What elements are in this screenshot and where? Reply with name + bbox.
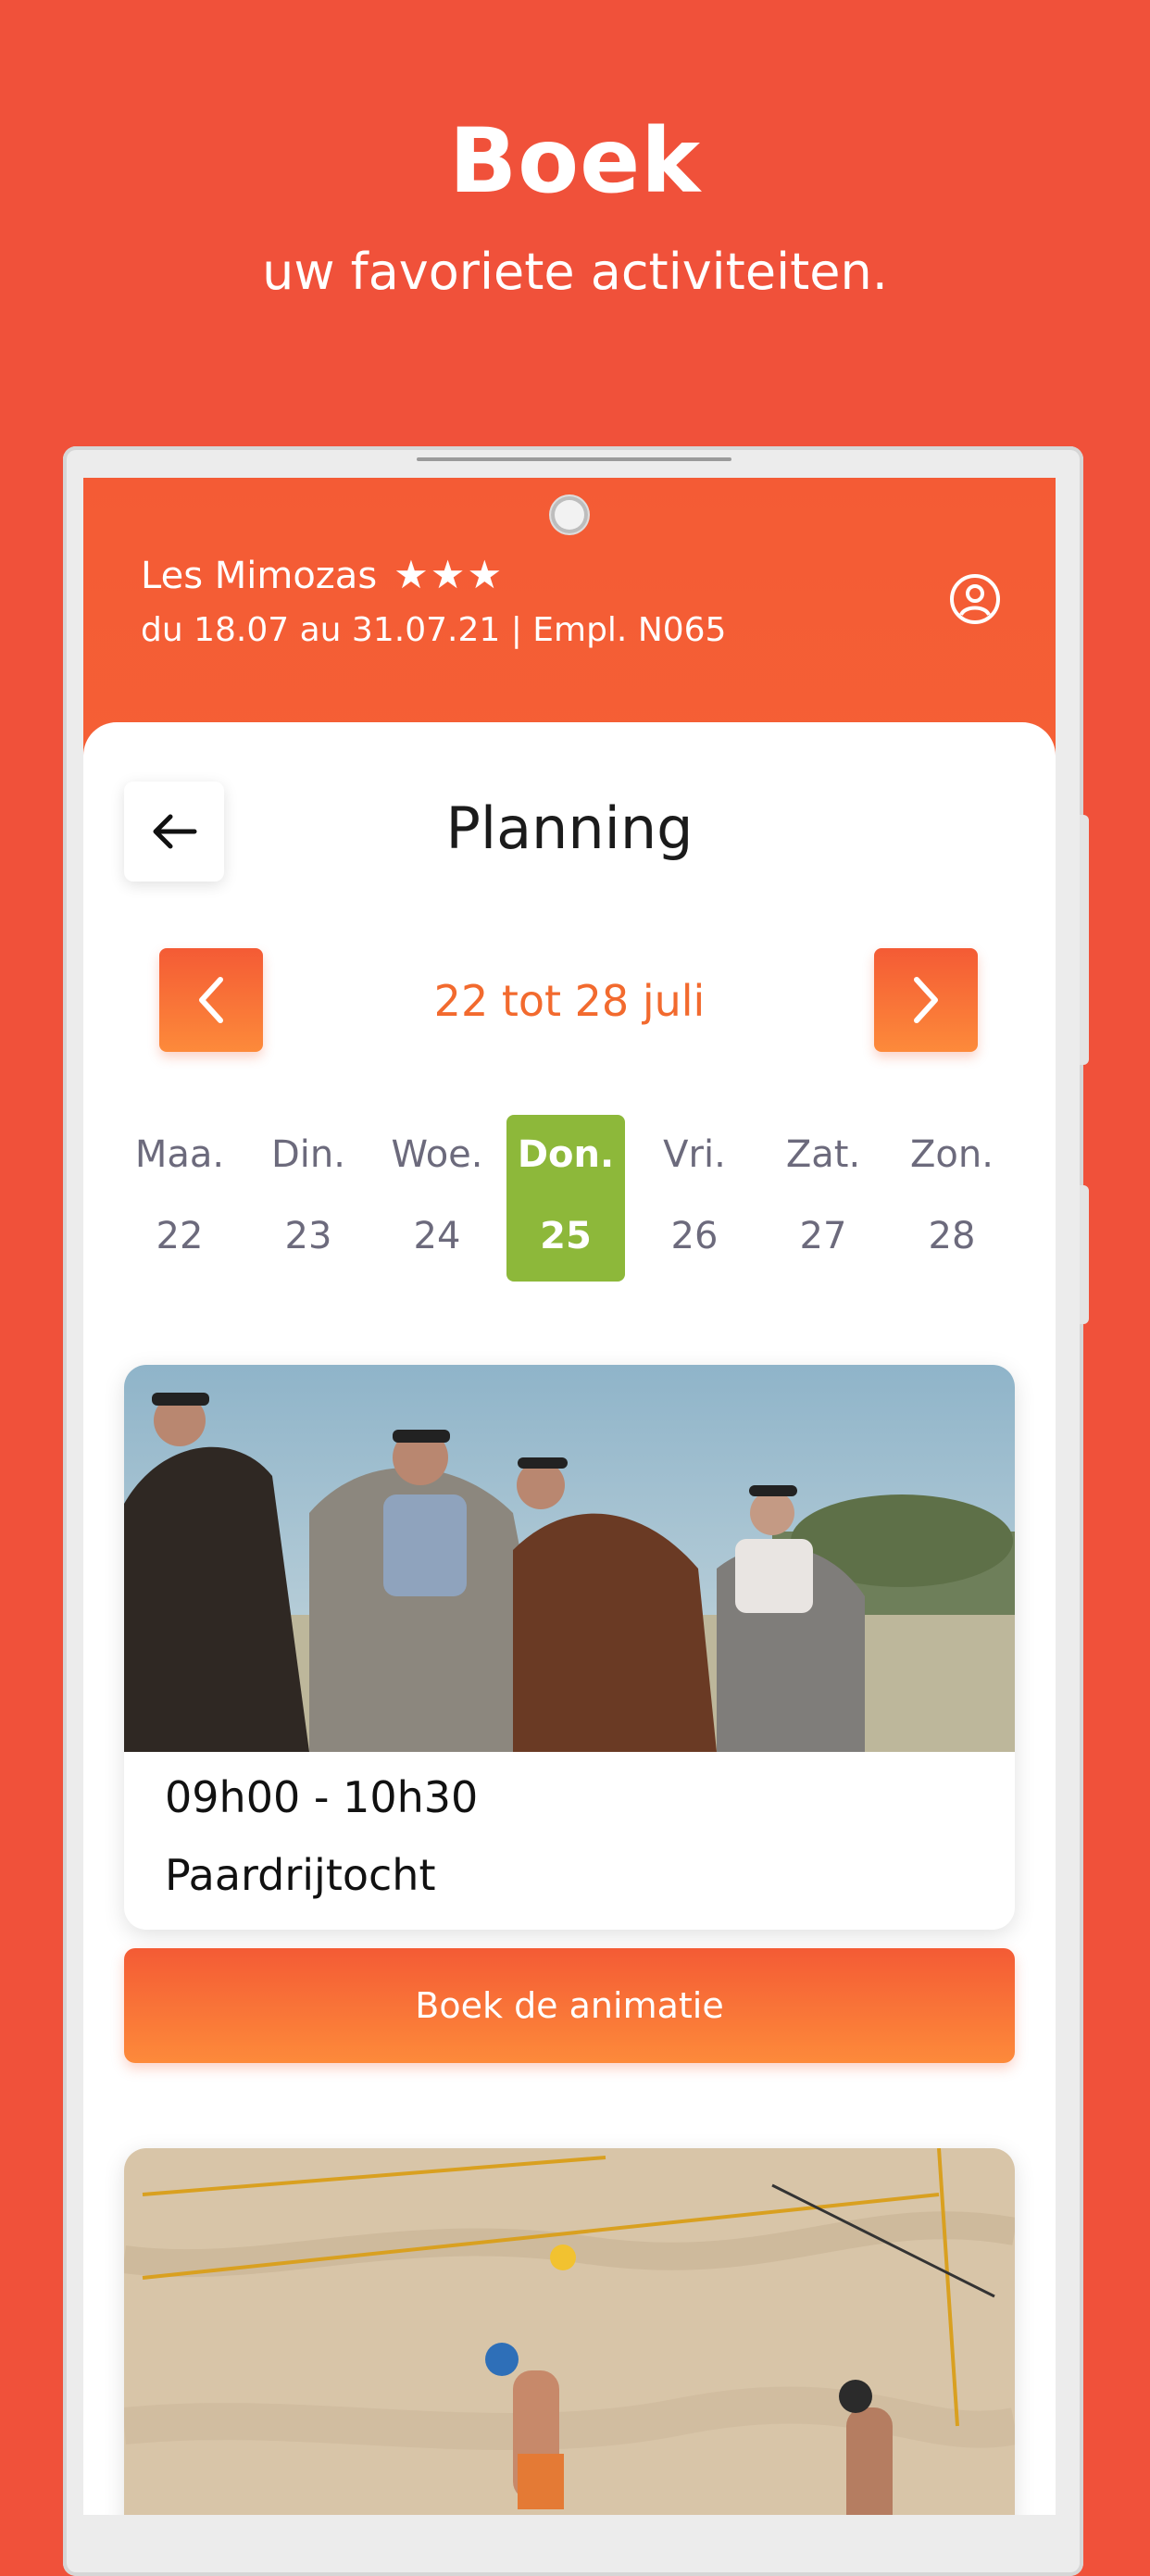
phone-side-button <box>1080 1185 1089 1324</box>
day-number: 24 <box>413 1215 461 1257</box>
phone-speaker <box>417 457 731 461</box>
day-selector: Maa. 22 Din. 23 Woe. 24 Don. 25 Vri. 26 … <box>120 1115 1022 1282</box>
day-name: Din. <box>271 1133 345 1176</box>
stay-info: du 18.07 au 31.07.21 | Empl. N065 <box>141 611 727 649</box>
activity-card[interactable]: 09h00 - 10h30 Paardrijtocht <box>124 1365 1015 1930</box>
day-name: Vri. <box>663 1133 726 1176</box>
day-name: Maa. <box>134 1133 225 1176</box>
book-activity-button[interactable]: Boek de animatie <box>124 1948 1015 2063</box>
activity-time: 09h00 - 10h30 <box>165 1772 479 1822</box>
chevron-right-icon <box>914 977 938 1023</box>
day-number: 26 <box>670 1215 719 1257</box>
day-number: 25 <box>540 1215 592 1257</box>
day-name: Zat. <box>785 1133 861 1176</box>
day-number: 23 <box>284 1215 332 1257</box>
day-name: Don. <box>517 1133 615 1176</box>
day-name: Zon. <box>910 1133 994 1176</box>
campsite-name-label: Les Mimozas <box>141 555 378 597</box>
beach-volleyball-photo <box>124 2148 1015 2515</box>
phone-side-button <box>1080 815 1089 1065</box>
user-circle-icon[interactable] <box>948 572 1002 626</box>
front-camera <box>551 496 588 533</box>
day-number: 27 <box>799 1215 847 1257</box>
day-saturday[interactable]: Zat. 27 <box>764 1115 882 1282</box>
day-tuesday[interactable]: Din. 23 <box>249 1115 368 1282</box>
day-friday[interactable]: Vri. 26 <box>635 1115 754 1282</box>
day-wednesday[interactable]: Woe. 24 <box>378 1115 496 1282</box>
day-number: 28 <box>928 1215 976 1257</box>
campsite-name: Les Mimozas ★★★ <box>141 552 504 597</box>
activity-card[interactable] <box>124 2148 1015 2515</box>
day-thursday-selected[interactable]: Don. 25 <box>506 1115 625 1282</box>
next-week-button[interactable] <box>874 948 978 1052</box>
planning-card: Planning 22 tot 28 juli Maa. 22 Din. 23 … <box>83 722 1056 2515</box>
promo-subtitle: uw favoriete activiteiten. <box>262 243 888 301</box>
page-title: Planning <box>445 794 694 862</box>
day-number: 22 <box>156 1215 204 1257</box>
day-sunday[interactable]: Zon. 28 <box>893 1115 1011 1282</box>
day-name: Woe. <box>391 1133 483 1176</box>
app-screen: Les Mimozas ★★★ du 18.07 au 31.07.21 | Em… <box>83 478 1056 2515</box>
promo-title: Boek <box>448 109 702 213</box>
activity-name: Paardrijtocht <box>165 1850 436 1900</box>
day-monday[interactable]: Maa. 22 <box>120 1115 239 1282</box>
horse-riders-photo <box>124 1365 1015 1752</box>
star-rating: ★★★ <box>394 552 505 597</box>
